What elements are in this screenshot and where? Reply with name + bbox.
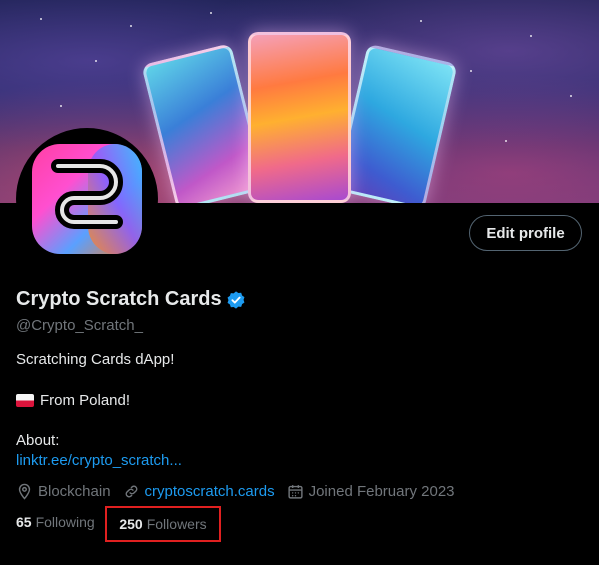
meta-category: Blockchain <box>16 483 111 500</box>
meta-joined-text: Joined February 2023 <box>308 483 455 500</box>
bio-about-link[interactable]: linktr.ee/crypto_scratch... <box>16 452 182 469</box>
banner-star <box>95 60 97 62</box>
banner-star <box>470 70 472 72</box>
followers-count: 250 <box>119 516 143 532</box>
banner-star <box>420 20 422 22</box>
bio-location-text: From Poland! <box>40 392 131 409</box>
profile-avatar[interactable] <box>16 128 158 270</box>
name-row: Crypto Scratch Cards <box>16 288 246 311</box>
meta-website-link[interactable]: cryptoscratch.cards <box>145 483 275 500</box>
link-icon <box>125 485 137 498</box>
banner-card-right <box>334 43 458 203</box>
banner-star <box>570 95 572 97</box>
meta-category-text: Blockchain <box>38 483 111 500</box>
meta-joined: Joined February 2023 <box>287 483 455 500</box>
banner-star <box>60 105 62 107</box>
profile-meta-row: Blockchain cryptoscratch.cards Joined Fe… <box>16 483 467 500</box>
following-count: 65 <box>16 514 32 530</box>
following-link[interactable]: 65 Following <box>16 514 95 530</box>
bio-line-2: From Poland! <box>16 392 130 409</box>
meta-website[interactable]: cryptoscratch.cards <box>123 483 275 500</box>
bio-line-1: Scratching Cards dApp! <box>16 351 175 368</box>
banner-card-center <box>248 32 351 203</box>
edit-profile-button[interactable]: Edit profile <box>469 215 582 251</box>
stats-row: 65 Following <box>16 514 95 530</box>
bio-about-label: About: <box>16 432 60 449</box>
verified-badge-icon[interactable] <box>226 290 246 310</box>
banner-star <box>130 25 132 27</box>
display-name: Crypto Scratch Cards <box>16 288 222 310</box>
banner-star <box>530 35 532 37</box>
followers-label: Followers <box>146 516 207 532</box>
calendar-icon <box>288 485 303 499</box>
banner-star <box>40 18 42 20</box>
crypto-scratch-logo-icon <box>32 144 142 254</box>
followers-link[interactable]: 250 Followers <box>105 506 221 542</box>
banner-star <box>505 140 507 142</box>
following-label: Following <box>35 514 95 530</box>
location-pin-icon <box>18 483 31 500</box>
profile-handle: @Crypto_Scratch_ <box>16 317 143 334</box>
poland-flag-icon <box>16 394 34 407</box>
banner-star <box>210 12 212 14</box>
